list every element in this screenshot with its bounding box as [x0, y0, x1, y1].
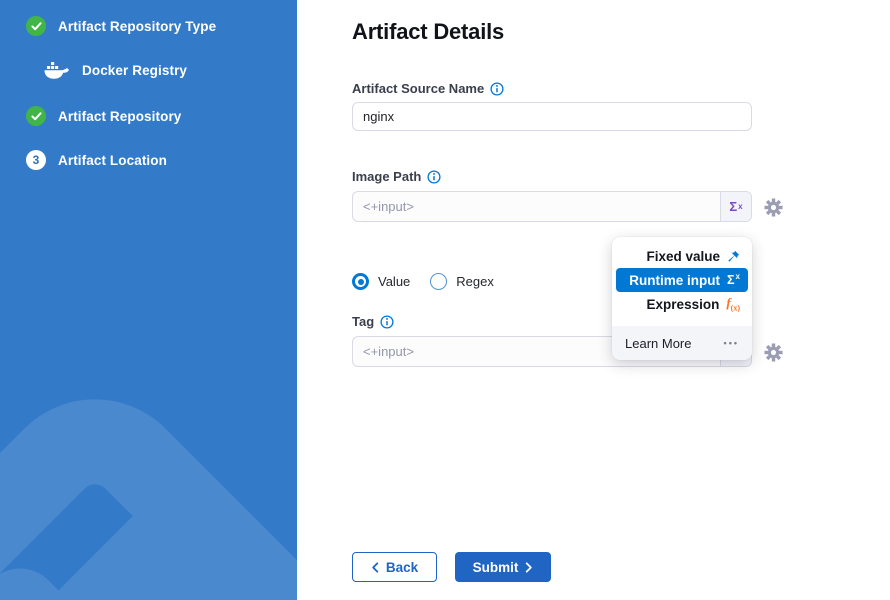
- image-path-input[interactable]: [353, 192, 720, 221]
- sidebar-substep-docker-registry[interactable]: Docker Registry: [44, 60, 187, 80]
- input-type-dropdown-menu: Fixed value Runtime input Σx Expression …: [612, 237, 752, 360]
- check-icon: [26, 16, 46, 36]
- info-icon[interactable]: [490, 82, 504, 96]
- menu-item-expression[interactable]: Expression f(x): [616, 292, 748, 316]
- artifact-details-panel: Artifact Details Artifact Source Name Im…: [297, 0, 890, 600]
- info-icon[interactable]: [427, 170, 441, 184]
- step-label: Artifact Repository: [58, 109, 181, 124]
- check-icon: [26, 106, 46, 126]
- substep-label: Docker Registry: [82, 63, 187, 78]
- chevron-left-icon: [371, 562, 379, 573]
- field-label: Tag: [352, 314, 374, 329]
- page-title: Artifact Details: [352, 19, 504, 45]
- submit-button[interactable]: Submit: [455, 552, 551, 582]
- tag-label-row: Tag: [352, 314, 394, 329]
- learn-more-link[interactable]: Learn More: [625, 336, 691, 351]
- source-name-input[interactable]: [352, 102, 752, 131]
- field-label: Artifact Source Name: [352, 81, 484, 96]
- menu-item-runtime-input[interactable]: Runtime input Σx: [616, 268, 748, 292]
- info-icon[interactable]: [380, 315, 394, 329]
- dropdown-footer: Learn More •••: [612, 326, 752, 360]
- runtime-input-type-button[interactable]: Σx: [720, 192, 751, 221]
- radio-regex[interactable]: Regex: [430, 273, 494, 290]
- tag-match-radio-group: Value Regex: [352, 273, 494, 290]
- image-path-label-row: Image Path: [352, 169, 441, 184]
- docker-icon: [44, 61, 70, 80]
- harness-logo-watermark: [0, 0, 297, 600]
- source-name-label-row: Artifact Source Name: [352, 81, 504, 96]
- step-label: Artifact Location: [58, 153, 167, 168]
- chevron-right-icon: [525, 562, 533, 573]
- pin-icon: [727, 250, 740, 263]
- fx-icon: f(x): [726, 295, 740, 313]
- sigma-icon: Σx: [727, 272, 740, 287]
- radio-unselected-icon: [430, 273, 447, 290]
- sidebar-step-artifact-repository-type[interactable]: Artifact Repository Type: [26, 16, 216, 36]
- wizard-sidebar: Artifact Repository Type Docker Registry…: [0, 0, 297, 600]
- more-options-icon[interactable]: •••: [724, 338, 739, 348]
- image-path-settings-gear-icon[interactable]: [763, 197, 783, 217]
- image-path-input-group: Σx: [352, 191, 752, 222]
- radio-value[interactable]: Value: [352, 273, 410, 290]
- step-number-badge: 3: [26, 150, 46, 170]
- sidebar-step-artifact-location[interactable]: 3 Artifact Location: [26, 150, 167, 170]
- field-label: Image Path: [352, 169, 421, 184]
- radio-selected-icon: [352, 273, 369, 290]
- back-button[interactable]: Back: [352, 552, 437, 582]
- step-label: Artifact Repository Type: [58, 19, 216, 34]
- tag-settings-gear-icon[interactable]: [763, 342, 783, 362]
- menu-item-fixed-value[interactable]: Fixed value: [616, 244, 748, 268]
- sidebar-step-artifact-repository[interactable]: Artifact Repository: [26, 106, 181, 126]
